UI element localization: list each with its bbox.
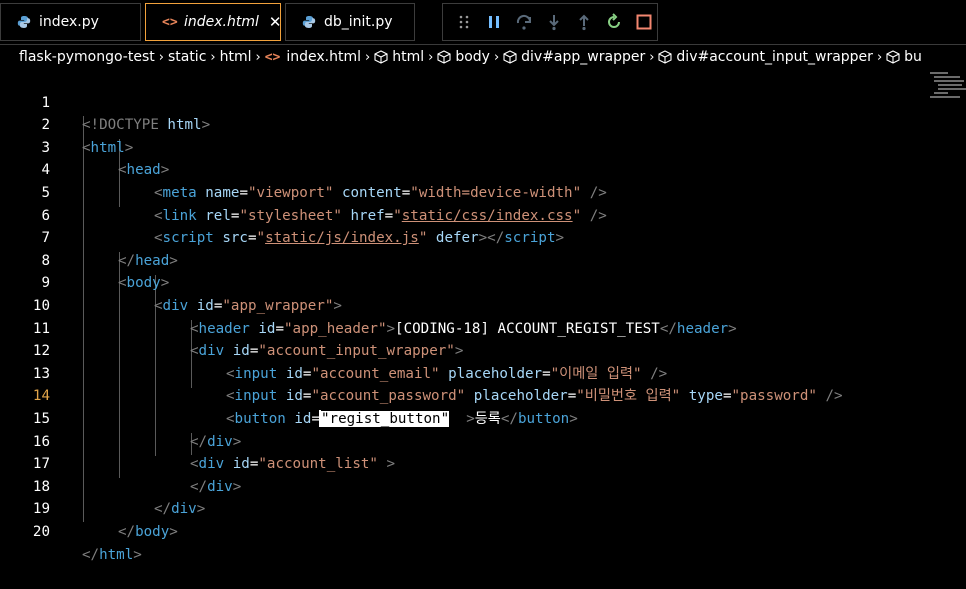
breadcrumb-item[interactable]: static [168, 49, 206, 65]
cube-icon [886, 50, 900, 64]
cube-icon [374, 50, 388, 64]
code-line[interactable]: 4 <meta name="viewport" content="width=d… [0, 137, 920, 201]
code-line[interactable]: 15 </div> [0, 385, 920, 450]
code-line[interactable]: 1 <!DOCTYPE html> [0, 69, 920, 134]
python-icon [302, 15, 316, 29]
chevron-right-icon: › [876, 49, 883, 65]
tab-index-html[interactable]: <> index.html ✕ [145, 3, 281, 41]
close-icon[interactable]: ✕ [269, 13, 282, 31]
chevron-right-icon: › [158, 49, 164, 65]
breadcrumb-label: bu [904, 49, 922, 65]
tab-label: index.html [184, 14, 259, 30]
chevron-right-icon: › [493, 49, 500, 65]
tab-label: index.py [39, 14, 99, 30]
cube-icon [437, 50, 451, 64]
chevron-right-icon: › [649, 49, 655, 65]
code-line[interactable]: 18 </div> [0, 453, 920, 518]
chevron-right-icon: › [365, 49, 371, 65]
line-number: 20 [32, 523, 50, 540]
chevron-right-icon: › [428, 49, 434, 65]
breadcrumb-label: html [392, 49, 425, 65]
breadcrumb-item[interactable]: html [220, 49, 252, 65]
code-line[interactable]: 3 <head> [0, 114, 920, 179]
code-line[interactable]: 20 </html> [0, 498, 920, 563]
code-line[interactable]: 11 <div id="account_input_wrapper"> [0, 295, 920, 360]
drag-handle-icon[interactable] [455, 13, 473, 31]
breadcrumb-item[interactable]: div#app_wrapper [503, 49, 645, 65]
code-line[interactable]: 9 <div id="app_wrapper"> [0, 250, 920, 314]
step-over-icon[interactable] [515, 13, 533, 31]
tab-index-py[interactable]: index.py [0, 3, 141, 41]
html-icon: <> [162, 15, 178, 30]
code-line[interactable]: 5 <link rel="stylesheet" href="static/cs… [0, 159, 920, 224]
code-line-current[interactable]: 14 <button id="regist_button" >등록</butto… [0, 363, 920, 428]
step-out-icon[interactable] [575, 13, 593, 31]
tab-label: db_init.py [324, 14, 393, 30]
python-icon [17, 15, 31, 29]
code-line[interactable]: 16 <div id="account_list" > [0, 408, 920, 473]
breadcrumb-label: div#app_wrapper [521, 49, 646, 65]
code-line[interactable]: 7 </head> [0, 205, 920, 269]
breadcrumb-item[interactable]: <> index.html [265, 49, 361, 65]
code-editor[interactable]: 1 <!DOCTYPE html> 2 <html> 3 <head> 4 <m… [0, 69, 966, 563]
breadcrumb-item[interactable]: body [437, 49, 490, 65]
step-into-icon[interactable] [545, 13, 563, 31]
breadcrumb: flask-pymongo-test › static › html › <> … [0, 45, 966, 69]
debug-toolbar [442, 3, 658, 41]
tab-bar: index.py <> index.html ✕ db_init.py [0, 0, 966, 45]
cube-icon [658, 50, 672, 64]
code-line[interactable]: 2 <html> [0, 92, 920, 156]
breadcrumb-item[interactable]: flask-pymongo-test [19, 49, 155, 65]
code-line[interactable]: 13 <input id="account_password" placehol… [0, 340, 920, 405]
code-line[interactable]: 8 <body> [0, 227, 920, 292]
breadcrumb-item[interactable]: bu [886, 49, 922, 65]
pause-icon[interactable] [485, 13, 503, 31]
breadcrumb-item[interactable]: html [374, 49, 424, 65]
breadcrumb-label: body [455, 49, 490, 65]
code-line[interactable]: 6 <script src="static/js/index.js" defer… [0, 182, 920, 247]
code-line[interactable]: 17 </div> [0, 431, 920, 495]
breadcrumb-label: index.html [286, 49, 362, 65]
cube-icon [503, 50, 517, 64]
code-line[interactable]: 10 <header id="app_header">[CODING-18] A… [0, 272, 920, 337]
html-icon: <> [264, 49, 281, 65]
chevron-right-icon: › [210, 49, 216, 65]
code-line[interactable]: 19 </body> [0, 476, 920, 540]
breadcrumb-label: div#account_input_wrapper [676, 49, 873, 65]
code-line[interactable]: 12 <input id="account_email" placeholder… [0, 318, 920, 382]
tab-db-init-py[interactable]: db_init.py [285, 3, 415, 41]
breadcrumb-item[interactable]: div#account_input_wrapper [658, 49, 873, 65]
stop-icon[interactable] [635, 13, 653, 31]
restart-icon[interactable] [605, 13, 623, 31]
chevron-right-icon: › [255, 49, 261, 65]
